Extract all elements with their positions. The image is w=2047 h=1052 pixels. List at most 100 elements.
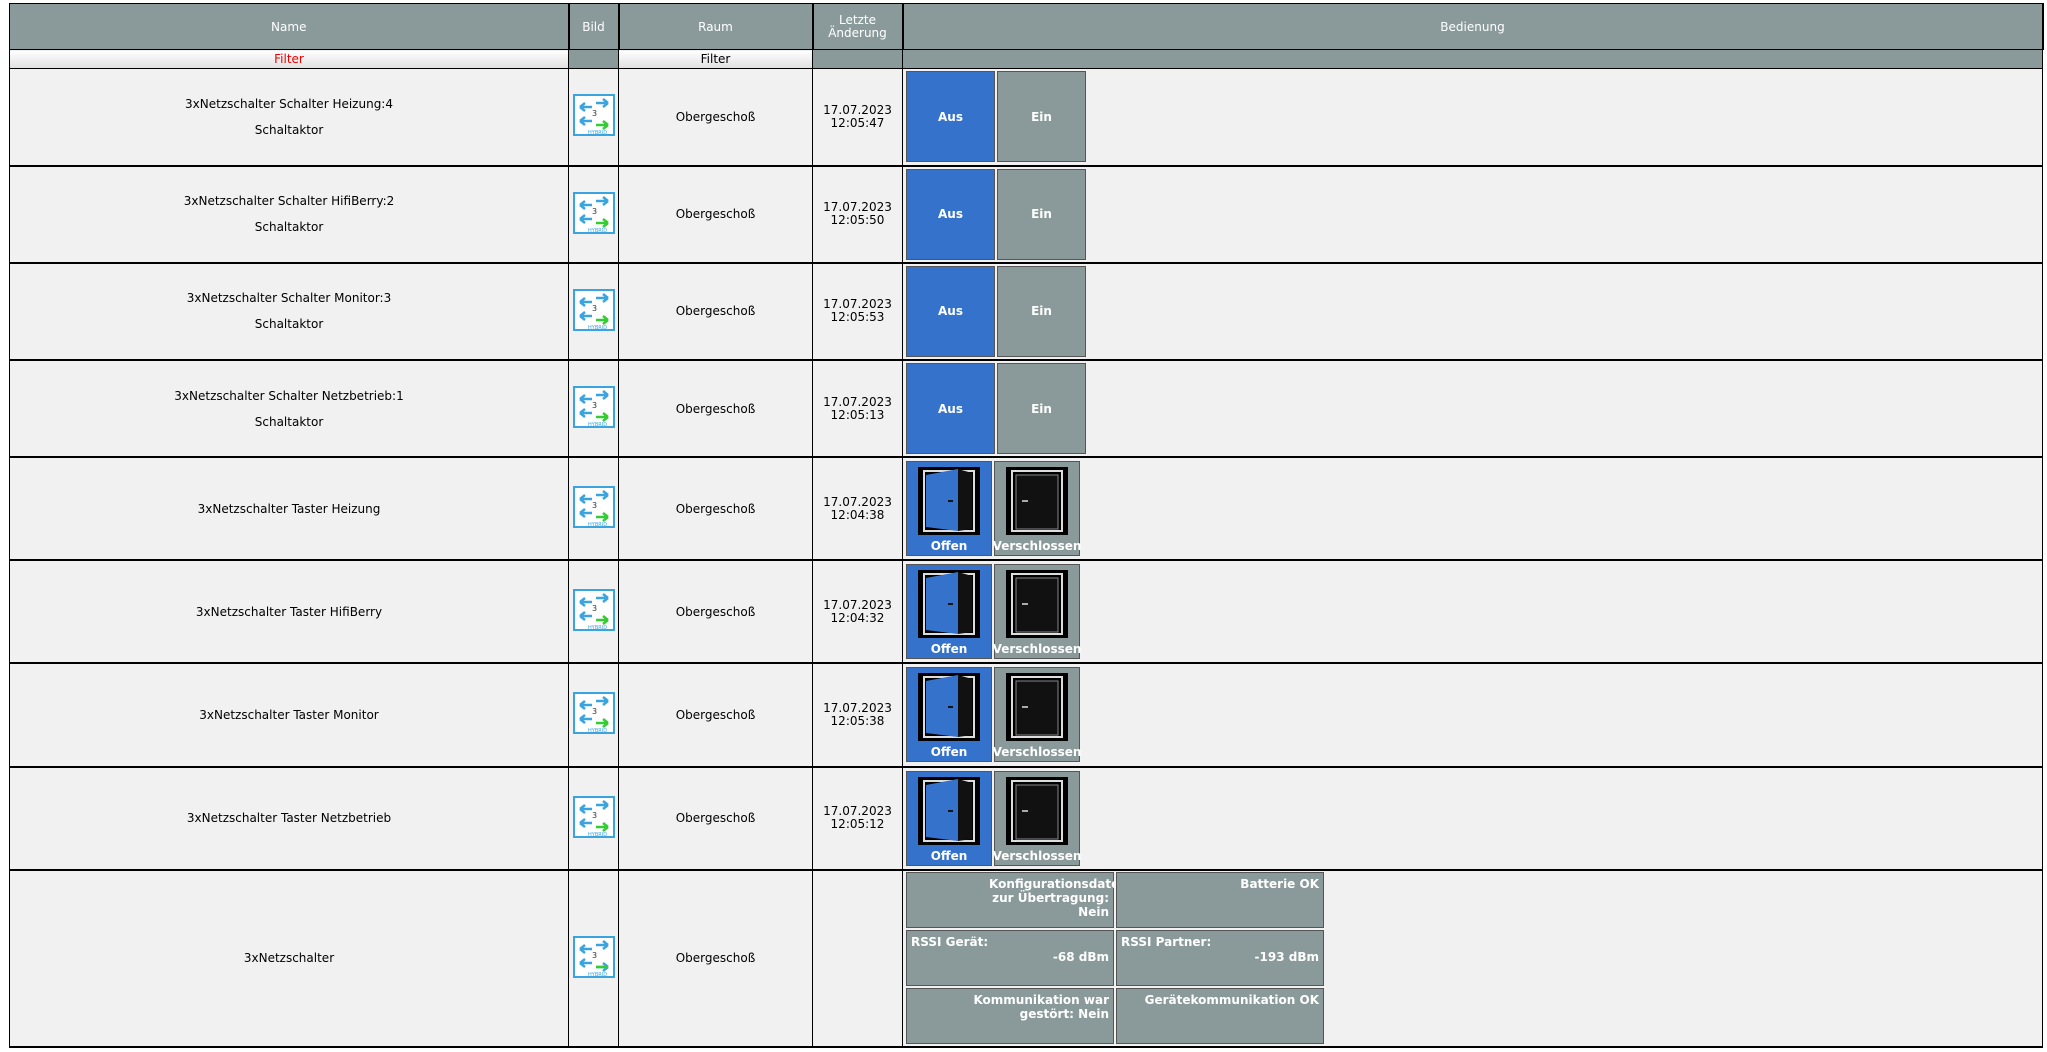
- device-type: Schaltaktor: [254, 122, 324, 137]
- room-cell: Obergeschoß: [618, 662, 813, 768]
- closed-button[interactable]: Verschlossen: [993, 564, 1081, 660]
- control-cell: Aus Ein: [902, 262, 2043, 361]
- svg-text:HYBRID: HYBRID: [588, 228, 607, 233]
- device-name[interactable]: 3xNetzschalter Schalter HifiBerry:2: [11, 188, 568, 214]
- off-button[interactable]: Aus: [906, 363, 995, 455]
- device-name[interactable]: 3xNetzschalter Taster Monitor: [199, 708, 378, 722]
- hybrid-switch-icon[interactable]: 3 HYBRID: [572, 589, 615, 632]
- col-image-header[interactable]: Bild: [568, 2, 620, 51]
- col-room-header[interactable]: Raum: [618, 2, 814, 51]
- open-label: Offen: [930, 539, 968, 554]
- svg-text:HYBRID: HYBRID: [588, 832, 607, 837]
- change-date: 17.07.2023: [823, 700, 892, 715]
- date-cell: 17.07.2023 12:04:38: [812, 456, 903, 562]
- hybrid-switch-icon[interactable]: 3 HYBRID: [572, 486, 615, 529]
- open-button[interactable]: Offen: [906, 461, 992, 557]
- table-row: 3xNetzschalter Taster Netzbetrieb 3 HYBRID…: [9, 765, 2043, 871]
- device-name[interactable]: 3xNetzschalter Schalter Heizung:4: [11, 91, 568, 117]
- date-cell: 17.07.2023 12:05:53: [812, 262, 903, 361]
- room-cell: Obergeschoß: [618, 456, 813, 562]
- change-time: 12:05:47: [830, 115, 885, 130]
- closed-button[interactable]: Verschlossen: [993, 770, 1081, 866]
- change-time: 12:05:13: [830, 407, 885, 422]
- date-cell: 17.07.2023 12:05:50: [812, 165, 903, 264]
- svg-text:3: 3: [592, 604, 597, 613]
- open-door-icon: [918, 776, 980, 845]
- device-status-row: 3xNetzschalter 3 HYBRID Obergeschoß Konfi…: [9, 869, 2043, 1049]
- table-row: 3xNetzschalter Schalter Heizung:4 Schalta…: [9, 68, 2043, 167]
- hybrid-switch-icon[interactable]: 3 HYBRID: [572, 94, 615, 137]
- name-cell: 3xNetzschalter Schalter Heizung:4 Schalta…: [9, 68, 569, 167]
- off-button[interactable]: Aus: [906, 168, 995, 260]
- battery-text: Batterie OK: [1240, 877, 1319, 892]
- image-cell: 3 HYBRID: [568, 68, 619, 167]
- change-date: 17.07.2023: [823, 597, 892, 612]
- hybrid-switch-icon[interactable]: 3 HYBRID: [572, 288, 615, 331]
- device-name[interactable]: 3xNetzschalter Schalter Netzbetrieb:1: [11, 383, 568, 409]
- table-row: 3xNetzschalter Schalter HifiBerry:2 Schal…: [9, 165, 2043, 264]
- svg-text:3: 3: [592, 501, 597, 510]
- closed-door-icon: [1006, 673, 1068, 742]
- closed-label: Verschlossen: [992, 745, 1082, 760]
- device-date-cell: [812, 869, 903, 1049]
- device-name[interactable]: 3xNetzschalter Taster Heizung: [198, 502, 381, 516]
- name-cell: 3xNetzschalter Schalter HifiBerry:2 Schal…: [9, 165, 569, 264]
- hybrid-switch-icon[interactable]: 3 HYBRID: [572, 191, 615, 234]
- col-control-header: Bedienung: [902, 2, 2044, 51]
- on-button[interactable]: Ein: [997, 363, 1086, 455]
- room-cell: Obergeschoß: [618, 165, 813, 264]
- svg-text:3: 3: [592, 811, 597, 820]
- image-cell: 3 HYBRID: [568, 559, 619, 665]
- closed-door-icon: [1006, 570, 1068, 639]
- closed-button[interactable]: Verschlossen: [993, 461, 1081, 557]
- on-button[interactable]: Ein: [997, 71, 1086, 163]
- hybrid-switch-icon[interactable]: 3 HYBRID: [572, 935, 615, 978]
- control-cell: Offen Verschlossen: [902, 662, 2043, 768]
- on-button[interactable]: Ein: [997, 265, 1086, 357]
- comm-disturbed-status: Kommunikation war gestört: Nein: [906, 988, 1114, 1045]
- change-date: 17.07.2023: [823, 394, 892, 409]
- hybrid-switch-icon[interactable]: 3 HYBRID: [572, 386, 615, 429]
- room-cell: Obergeschoß: [618, 359, 813, 459]
- battery-status: Batterie OK: [1116, 872, 1324, 929]
- rssi-device-value: -68 dBm: [1052, 950, 1109, 965]
- date-cell: 17.07.2023 12:05:47: [812, 68, 903, 167]
- open-button[interactable]: Offen: [906, 564, 992, 660]
- name-cell: 3xNetzschalter Taster Monitor: [9, 662, 569, 768]
- col-name-header[interactable]: Name: [9, 2, 570, 51]
- config-pending-status: Konfigurationsdaten zur Übertragung: Nei…: [906, 872, 1128, 929]
- svg-text:HYBRID: HYBRID: [588, 522, 607, 527]
- hybrid-switch-icon[interactable]: 3 HYBRID: [572, 795, 615, 838]
- name-filter-button[interactable]: Filter: [9, 49, 569, 70]
- change-date: 17.07.2023: [823, 494, 892, 509]
- control-cell: Offen Verschlossen: [902, 765, 2043, 871]
- open-label: Offen: [930, 745, 968, 760]
- device-name[interactable]: 3xNetzschalter Taster Netzbetrieb: [187, 811, 391, 825]
- open-door-icon: [918, 673, 980, 742]
- date-filter-empty: [812, 49, 903, 70]
- image-cell: 3 HYBRID: [568, 765, 619, 871]
- name-cell: 3xNetzschalter Schalter Netzbetrieb:1 Sch…: [9, 359, 569, 459]
- on-button[interactable]: Ein: [997, 168, 1086, 260]
- svg-text:HYBRID: HYBRID: [588, 422, 607, 427]
- off-button[interactable]: Aus: [906, 71, 995, 163]
- hybrid-switch-icon[interactable]: 3 HYBRID: [572, 692, 615, 735]
- rssi-partner-status: RSSI Partner: -193 dBm: [1116, 930, 1324, 987]
- col-last-change-header[interactable]: Letzte Änderung: [812, 2, 904, 51]
- change-time: 12:04:38: [830, 507, 885, 522]
- closed-button[interactable]: Verschlossen: [992, 667, 1082, 763]
- off-button[interactable]: Aus: [906, 265, 995, 357]
- svg-text:HYBRID: HYBRID: [588, 728, 607, 733]
- device-name[interactable]: 3xNetzschalter Schalter Monitor:3: [11, 285, 568, 311]
- svg-text:HYBRID: HYBRID: [588, 325, 607, 330]
- change-time: 12:05:53: [830, 310, 885, 325]
- open-button[interactable]: Offen: [906, 667, 992, 763]
- rssi-partner-label: RSSI Partner:: [1121, 935, 1212, 950]
- device-name[interactable]: 3xNetzschalter Taster HifiBerry: [196, 605, 382, 619]
- room-filter-button[interactable]: Filter: [618, 49, 813, 70]
- rssi-device-label: RSSI Gerät:: [911, 935, 989, 950]
- device-name[interactable]: 3xNetzschalter: [244, 951, 334, 965]
- comm-disturbed-text: Kommunikation war gestört: Nein: [973, 993, 1109, 1022]
- room-cell: Obergeschoß: [618, 765, 813, 871]
- open-button[interactable]: Offen: [906, 770, 992, 866]
